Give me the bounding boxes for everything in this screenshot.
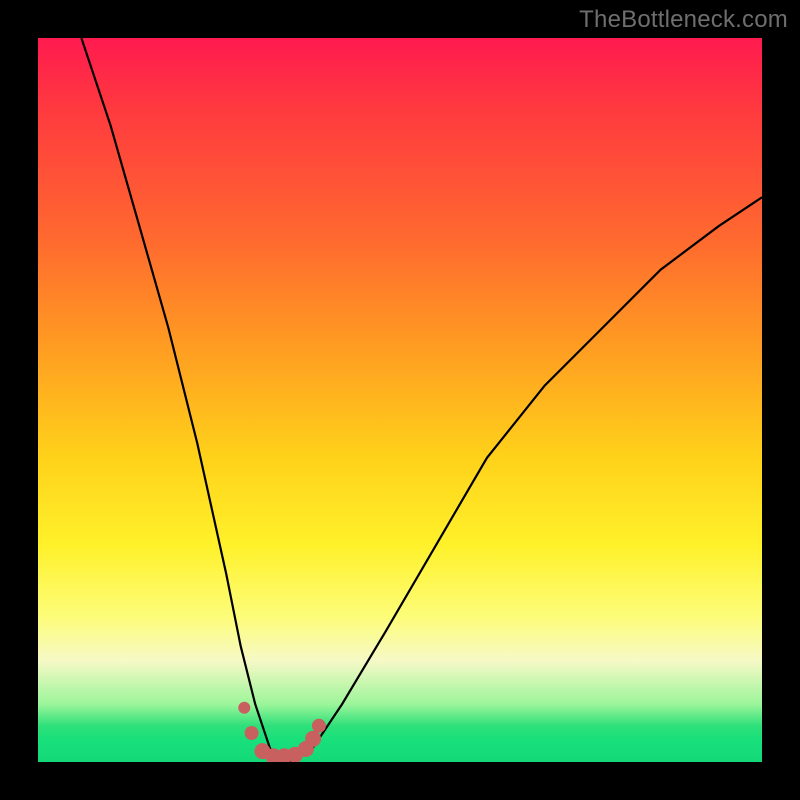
highlight-dot bbox=[238, 702, 250, 714]
highlight-dot bbox=[245, 726, 259, 740]
highlight-markers bbox=[238, 702, 326, 762]
curve-layer bbox=[38, 38, 762, 762]
plot-area bbox=[38, 38, 762, 762]
highlight-dot bbox=[305, 731, 321, 747]
highlight-dot bbox=[312, 719, 326, 733]
bottleneck-curve bbox=[81, 38, 762, 762]
watermark-text: TheBottleneck.com bbox=[579, 6, 788, 34]
chart-frame: TheBottleneck.com bbox=[0, 0, 800, 800]
